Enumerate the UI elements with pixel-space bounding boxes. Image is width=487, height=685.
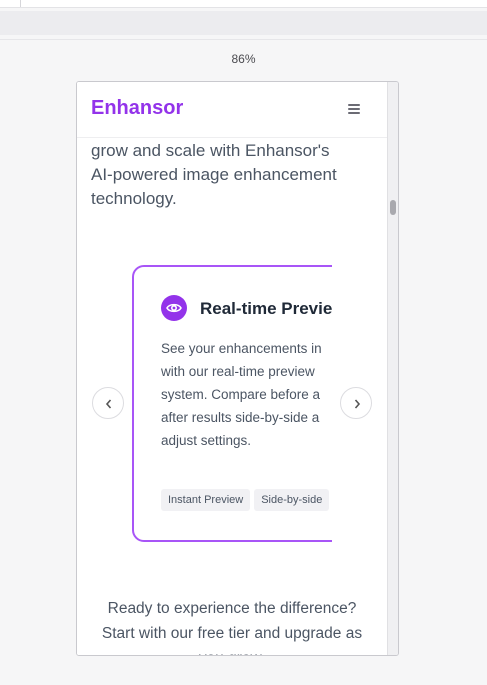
tab-divider — [20, 0, 21, 7]
description-line: system. Compare before a — [161, 387, 321, 402]
carousel-next-button[interactable] — [340, 387, 372, 419]
description-line: adjust settings. — [161, 433, 252, 448]
cta-paragraph: Ready to experience the difference? Star… — [77, 596, 387, 655]
tag-side-by-side: Side-by-side — [254, 489, 330, 511]
feature-card[interactable]: Real-time Previe See your enhancements i… — [132, 265, 332, 542]
description-line: with our real-time preview — [161, 364, 315, 379]
page-viewport[interactable]: ▔▔▔▔▔▔▔▔▔▔▔▔ Enhansor grow and scale wit… — [77, 82, 387, 655]
scrollbar-thumb[interactable] — [390, 200, 396, 215]
vertical-scrollbar[interactable] — [387, 82, 398, 655]
feature-card-description: See your enhancements in with our real-t… — [161, 337, 332, 452]
hamburger-menu-icon[interactable] — [348, 104, 360, 114]
carousel-prev-button[interactable] — [92, 387, 124, 419]
zoom-level[interactable]: 86% — [0, 52, 487, 66]
feature-tags: Instant Preview Side-by-side — [161, 489, 332, 511]
brand-logo[interactable]: Enhansor — [91, 97, 183, 120]
intro-line: grow and scale with Enhansor's — [91, 141, 330, 160]
intro-paragraph: grow and scale with Enhansor's AI-powere… — [91, 139, 381, 211]
tag-instant-preview: Instant Preview — [161, 489, 251, 511]
browser-top-strip — [0, 0, 487, 8]
intro-line: AI-powered image enhancement — [91, 165, 337, 184]
feature-card-title: Real-time Previe — [200, 299, 332, 318]
site-navbar: Enhansor — [77, 82, 387, 138]
cta-line: Start with our free tier and upgrade as — [101, 625, 363, 642]
chevron-right-icon — [354, 399, 361, 409]
intro-line: technology. — [91, 189, 177, 208]
chevron-left-icon — [105, 399, 112, 409]
description-line: after results side-by-side a — [161, 410, 320, 425]
device-frame: ▔▔▔▔▔▔▔▔▔▔▔▔ Enhansor grow and scale wit… — [76, 81, 399, 656]
carousel-track: Real-time Previe See your enhancements i… — [132, 265, 332, 542]
cta-line: you grow. — [77, 646, 387, 655]
description-line: See your enhancements in — [161, 341, 322, 356]
eye-icon — [161, 295, 187, 321]
cta-line: Ready to experience the difference? — [107, 600, 357, 617]
browser-toolbar — [0, 11, 487, 35]
